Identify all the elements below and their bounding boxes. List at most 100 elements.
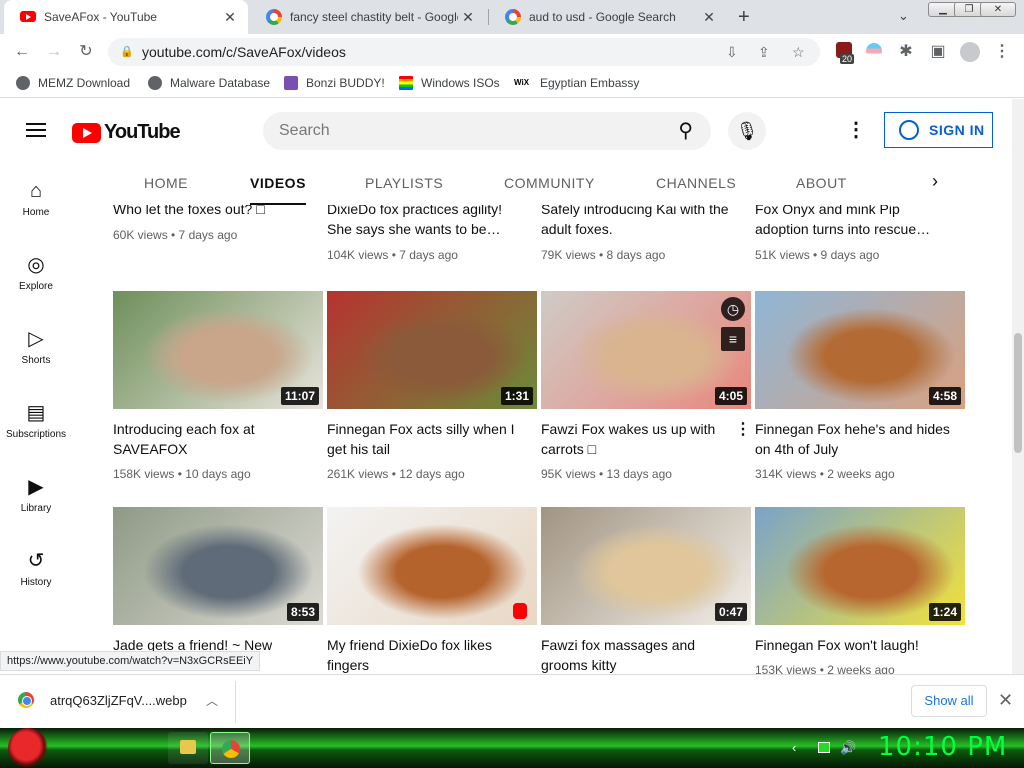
tab-videos[interactable]: VIDEOS [250,175,306,205]
tab-title: fancy steel chastity belt - Google [290,10,458,24]
extension-flag-icon[interactable] [866,43,882,59]
video-title[interactable]: DixieDo fox practices agility! She says … [327,205,527,239]
video-meta: 95K views • 13 days ago [541,467,672,481]
tab-title: aud to usd - Google Search [529,10,676,24]
tab-close-icon[interactable]: ✕ [220,9,240,26]
browser-menu-icon[interactable]: ⋮ [992,42,1012,62]
video-thumbnail[interactable] [327,507,537,625]
file-explorer-icon[interactable] [168,732,208,764]
menu-icon[interactable] [26,123,46,137]
sidebar-item-history[interactable]: ↺ History [0,549,72,588]
chevron-up-icon[interactable]: ︿ [206,692,218,709]
video-title[interactable]: Fox Onyx and mink Pip adoption turns int… [755,205,955,239]
youtube-play-icon [72,122,101,143]
page-scrollbar[interactable] [1012,99,1024,674]
chrome-file-icon [18,692,34,708]
sidebar-item-explore[interactable]: ◎ Explore [0,253,72,292]
forward-icon[interactable]: → [44,42,64,62]
video-meta: 314K views • 2 weeks ago [755,467,895,481]
video-thumbnail[interactable]: 1:31 [327,291,537,409]
sidebar-item-library[interactable]: ▶ Library [0,475,72,514]
tab-about[interactable]: ABOUT [796,175,847,191]
video-meta: 153K views • 2 weeks ago [755,663,895,674]
video-thumbnail[interactable]: 8:53 [113,507,323,625]
video-menu-icon[interactable]: ⋮ [735,419,751,439]
back-icon[interactable]: ← [12,42,32,62]
video-thumbnail[interactable]: ◷ ≡ 4:05 [541,291,751,409]
tab-close-icon[interactable]: ✕ [699,9,719,26]
video-title[interactable]: Finnegan Fox acts silly when I get his t… [327,419,527,459]
video-thumbnail[interactable]: 1:24 [755,507,965,625]
video-title[interactable]: Fawzi Fox wakes us up with carrots □ [541,419,741,459]
close-window-button[interactable]: ✕ [980,2,1016,17]
sign-in-button[interactable]: SIGN IN [884,112,993,148]
bookmark-malware-db[interactable]: Malware Database [148,76,270,90]
bookmark-egyptian-embassy[interactable]: WiX Egyptian Embassy [514,76,639,90]
chevron-right-icon[interactable]: › [932,171,939,192]
tray-arrow-icon[interactable]: ‹ [792,740,796,755]
install-icon[interactable]: ⇩ [726,38,738,66]
video-title[interactable]: Finnegan Fox won't laugh! [755,635,955,655]
scrollbar-thumb[interactable] [1014,333,1022,453]
tab-saveafox[interactable]: SaveAFox - YouTube ✕ [4,0,248,34]
video-title[interactable]: Fawzi fox massages and grooms kitty [541,635,741,674]
reload-icon[interactable]: ↻ [76,42,96,62]
video-thumbnail[interactable]: 0:47 [541,507,751,625]
search-icon[interactable]: ⚲ [678,112,693,150]
tab-aud-usd[interactable]: aud to usd - Google Search ✕ [489,0,727,34]
sidebar-item-shorts[interactable]: ▷ Shorts [0,327,72,366]
settings-menu-icon[interactable]: ⋮ [846,119,866,143]
video-thumbnail[interactable]: 4:58 [755,291,965,409]
tab-home[interactable]: HOME [144,175,188,191]
subscriptions-icon: ▤ [26,402,46,424]
bookmark-windows-isos[interactable]: Windows ISOs [399,76,500,90]
globe-icon [148,76,162,90]
new-tab-button[interactable]: + [738,6,750,29]
tab-close-icon[interactable]: ✕ [458,9,478,26]
chrome-taskbar-icon[interactable] [210,732,250,764]
youtube-logo[interactable]: YouTube [72,121,181,144]
profile-avatar-icon[interactable] [960,42,980,62]
download-item[interactable]: atrqQ63ZljZFqV....webp [18,692,187,708]
tab-search-icon[interactable]: ⌄ [898,8,909,24]
clock[interactable]: 10:10 PM [878,732,1007,762]
voice-search-mic-icon[interactable]: 🎙 [728,112,766,150]
video-title[interactable]: Who let the foxes out? □ [113,205,313,219]
side-panel-icon[interactable]: ▣ [928,42,948,62]
masthead: YouTube Search ⚲ 🎙 ⋮ SIGN IN [0,99,1012,163]
bookmark-bonzi[interactable]: Bonzi BUDDY! [284,76,385,90]
bonzi-icon [284,76,298,90]
tab-community[interactable]: COMMUNITY [504,175,595,191]
start-button-angry-bird-icon[interactable] [8,728,48,768]
address-bar[interactable]: 🔒 youtube.com/c/SaveAFox/videos ⇩ ⇪ ☆ [108,38,820,66]
tab-strip: SaveAFox - YouTube ✕ fancy steel chastit… [0,0,1024,34]
sidebar-item-home[interactable]: ⌂ Home [0,179,72,218]
tab-playlists[interactable]: PLAYLISTS [365,175,443,191]
bookmark-star-icon[interactable]: ☆ [792,38,805,66]
video-thumbnail[interactable]: 11:07 [113,291,323,409]
video-title[interactable]: My friend DixieDo fox likes fingers [327,635,527,674]
share-icon[interactable]: ⇪ [758,38,770,66]
lock-icon: 🔒 [120,46,134,58]
duration-badge: 1:24 [928,603,961,621]
google-favicon-icon [266,9,282,25]
history-icon: ↺ [27,550,45,572]
sidebar-item-subscriptions[interactable]: ▤ Subscriptions [0,401,72,440]
add-to-queue-icon[interactable]: ≡ [721,327,745,351]
tab-channels[interactable]: CHANNELS [656,175,736,191]
bookmark-memz[interactable]: MEMZ Download [16,76,130,90]
search-input[interactable]: Search ⚲ [263,112,711,150]
download-shelf: atrqQ63ZljZFqV....webp ︿ Show all ✕ [0,674,1024,728]
volume-icon[interactable]: 🔊 [840,740,856,756]
close-icon[interactable]: ✕ [998,690,1013,711]
video-title[interactable]: Finnegan Fox hehe's and hides on 4th of … [755,419,955,459]
duration-badge: 4:05 [714,387,747,405]
video-title[interactable]: Safely introducing Kai with the adult fo… [541,205,741,239]
extensions-puzzle-icon[interactable]: ✱ [896,42,916,62]
network-icon[interactable] [818,742,830,753]
video-title[interactable]: Introducing each fox at SAVEAFOX [113,419,313,459]
extension-badge: 20 [840,54,855,64]
watch-later-icon[interactable]: ◷ [721,297,745,321]
show-all-button[interactable]: Show all [911,685,987,717]
tab-chastity-search[interactable]: fancy steel chastity belt - Google ✕ [250,0,486,34]
